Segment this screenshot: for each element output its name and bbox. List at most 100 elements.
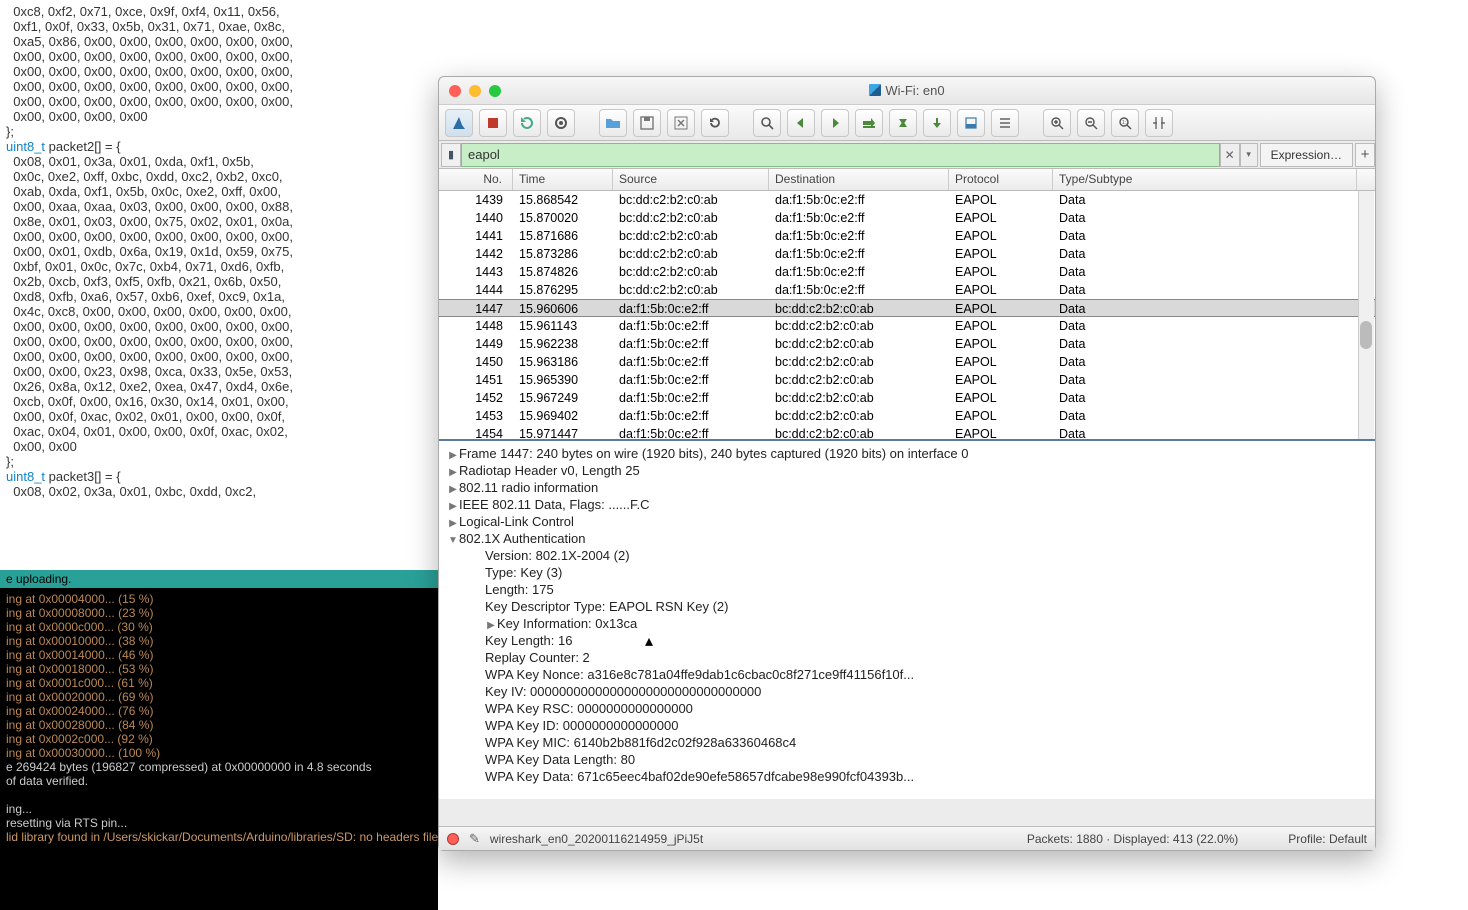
expand-arrow-icon[interactable]: ▶ [447,484,459,495]
reload-button[interactable] [701,109,729,137]
capture-options-button[interactable] [547,109,575,137]
packet-row[interactable]: 145415.971447da:f1:5b:0c:e2:ffbc:dd:c2:b… [439,425,1375,439]
find-packet-button[interactable] [753,109,781,137]
start-capture-button[interactable] [445,109,473,137]
zoom-window-button[interactable] [489,85,501,97]
open-file-button[interactable] [599,109,627,137]
wireshark-window: Wi-Fi: en0 1:1 ▮ ✕ ▾ Expression… + N [438,76,1376,851]
header-source[interactable]: Source [613,169,769,190]
packet-row[interactable]: 144315.874826bc:dd:c2:b2:c0:abda:f1:5b:0… [439,263,1375,281]
minimize-window-button[interactable] [469,85,481,97]
packet-cell: 15.876295 [513,281,613,299]
detail-line[interactable]: ▶Logical-Link Control [439,513,1375,530]
detail-field[interactable]: Key Descriptor Type: EAPOL RSN Key (2) [439,598,1375,615]
packet-list-headers[interactable]: No. Time Source Destination Protocol Typ… [439,169,1375,191]
detail-line[interactable]: ▶IEEE 802.11 Data, Flags: ......F.C [439,496,1375,513]
packet2-decl: packet2[] = { [45,139,121,154]
packet-row[interactable]: 145115.965390da:f1:5b:0c:e2:ffbc:dd:c2:b… [439,371,1375,389]
packet-row[interactable]: 144715.960606da:f1:5b:0c:e2:ffbc:dd:c2:b… [439,299,1375,317]
zoom-out-button[interactable] [1077,109,1105,137]
detail-field[interactable]: Key IV: 00000000000000000000000000000000 [439,683,1375,700]
terminal-line: ing at 0x0002c000... (92 %) [6,732,432,746]
packet-row[interactable]: 143915.868542bc:dd:c2:b2:c0:abda:f1:5b:0… [439,191,1375,209]
packet-row[interactable]: 145215.967249da:f1:5b:0c:e2:ffbc:dd:c2:b… [439,389,1375,407]
header-type[interactable]: Type/Subtype [1053,169,1357,190]
expression-button[interactable]: Expression… [1260,143,1353,167]
packet-row[interactable]: 144115.871686bc:dd:c2:b2:c0:abda:f1:5b:0… [439,227,1375,245]
packet-cell: EAPOL [949,353,1053,371]
detail-field[interactable]: Length: 175 [439,581,1375,598]
packet-cell: 1443 [439,263,513,281]
terminal-output: e uploading. ing at 0x00004000... (15 %)… [0,570,438,910]
header-dest[interactable]: Destination [769,169,949,190]
detail-field[interactable]: Replay Counter: 2 [439,649,1375,666]
close-file-button[interactable] [667,109,695,137]
hex-code-editor: 0xc8, 0xf2, 0x71, 0xce, 0x9f, 0xf4, 0x11… [0,0,438,580]
packet-cell: Data [1053,245,1375,263]
packet-cell: 15.969402 [513,407,613,425]
go-back-button[interactable] [787,109,815,137]
detail-field[interactable]: WPA Key ID: 0000000000000000 [439,717,1375,734]
detail-line[interactable]: ▶802.11 radio information [439,479,1375,496]
packet-cell: EAPOL [949,209,1053,227]
terminal-reset: resetting via RTS pin... [6,816,432,830]
detail-field[interactable]: WPA Key Data: 671c65eec4baf02de90efe5865… [439,768,1375,785]
stop-capture-button[interactable] [479,109,507,137]
titlebar[interactable]: Wi-Fi: en0 [439,77,1375,105]
terminal-line: ing at 0x0000c000... (30 %) [6,620,432,634]
colorize-button[interactable] [991,109,1019,137]
expand-arrow-icon[interactable]: ▶ [447,501,459,512]
packet-row[interactable]: 144015.870020bc:dd:c2:b2:c0:abda:f1:5b:0… [439,209,1375,227]
filter-history-dropdown[interactable]: ▾ [1240,143,1258,167]
header-protocol[interactable]: Protocol [949,169,1053,190]
close-window-button[interactable] [449,85,461,97]
packet-cell: EAPOL [949,227,1053,245]
packet-list[interactable]: 143915.868542bc:dd:c2:b2:c0:abda:f1:5b:0… [439,191,1375,439]
zoom-reset-button[interactable]: 1:1 [1111,109,1139,137]
packet-row[interactable]: 144215.873286bc:dd:c2:b2:c0:abda:f1:5b:0… [439,245,1375,263]
detail-field[interactable]: WPA Key Nonce: a316e8c781a04ffe9dab1c6cb… [439,666,1375,683]
detail-field[interactable]: Version: 802.1X-2004 (2) [439,547,1375,564]
expand-arrow-icon[interactable]: ▼ [447,535,459,546]
detail-key-info[interactable]: ▶Key Information: 0x13ca [439,615,1375,632]
packet-detail-pane[interactable]: ▶Frame 1447: 240 bytes on wire (1920 bit… [439,439,1375,799]
go-first-button[interactable] [889,109,917,137]
zoom-in-button[interactable] [1043,109,1071,137]
status-profile[interactable]: Profile: Default [1288,832,1367,846]
add-filter-button[interactable]: + [1355,143,1375,167]
detail-line[interactable]: ▶Frame 1447: 240 bytes on wire (1920 bit… [439,445,1375,462]
edit-capture-comment-icon[interactable]: ✎ [469,831,480,847]
detail-line[interactable]: ▶Radiotap Header v0, Length 25 [439,462,1375,479]
packet-row[interactable]: 145315.969402da:f1:5b:0c:e2:ffbc:dd:c2:b… [439,407,1375,425]
detail-field[interactable]: WPA Key Data Length: 80 [439,751,1375,768]
go-last-button[interactable] [923,109,951,137]
expand-arrow-icon[interactable]: ▶ [447,450,459,461]
bookmark-filter-icon[interactable]: ▮ [441,143,461,167]
detail-field[interactable]: Type: Key (3) [439,564,1375,581]
clear-filter-button[interactable]: ✕ [1220,143,1240,167]
packet-row[interactable]: 144415.876295bc:dd:c2:b2:c0:abda:f1:5b:0… [439,281,1375,299]
packet-list-scrollbar[interactable] [1358,191,1374,439]
autoscroll-button[interactable] [957,109,985,137]
header-no[interactable]: No. [439,169,513,190]
header-time[interactable]: Time [513,169,613,190]
packet-row[interactable]: 144815.961143da:f1:5b:0c:e2:ffbc:dd:c2:b… [439,317,1375,335]
packet-cell: 1450 [439,353,513,371]
resize-columns-button[interactable] [1145,109,1173,137]
expand-arrow-icon[interactable]: ▶ [485,620,497,631]
detail-line[interactable]: ▼802.1X Authentication [439,530,1375,547]
scrollbar-thumb[interactable] [1360,321,1372,349]
go-to-packet-button[interactable] [855,109,883,137]
expert-info-indicator[interactable] [447,833,459,845]
display-filter-input[interactable] [461,143,1220,167]
detail-field[interactable]: Key Length: 16 [439,632,1375,649]
detail-field[interactable]: WPA Key RSC: 0000000000000000 [439,700,1375,717]
save-file-button[interactable] [633,109,661,137]
detail-field[interactable]: WPA Key MIC: 6140b2b881f6d2c02f928a63360… [439,734,1375,751]
go-forward-button[interactable] [821,109,849,137]
expand-arrow-icon[interactable]: ▶ [447,518,459,529]
restart-capture-button[interactable] [513,109,541,137]
expand-arrow-icon[interactable]: ▶ [447,467,459,478]
packet-row[interactable]: 144915.962238da:f1:5b:0c:e2:ffbc:dd:c2:b… [439,335,1375,353]
packet-row[interactable]: 145015.963186da:f1:5b:0c:e2:ffbc:dd:c2:b… [439,353,1375,371]
